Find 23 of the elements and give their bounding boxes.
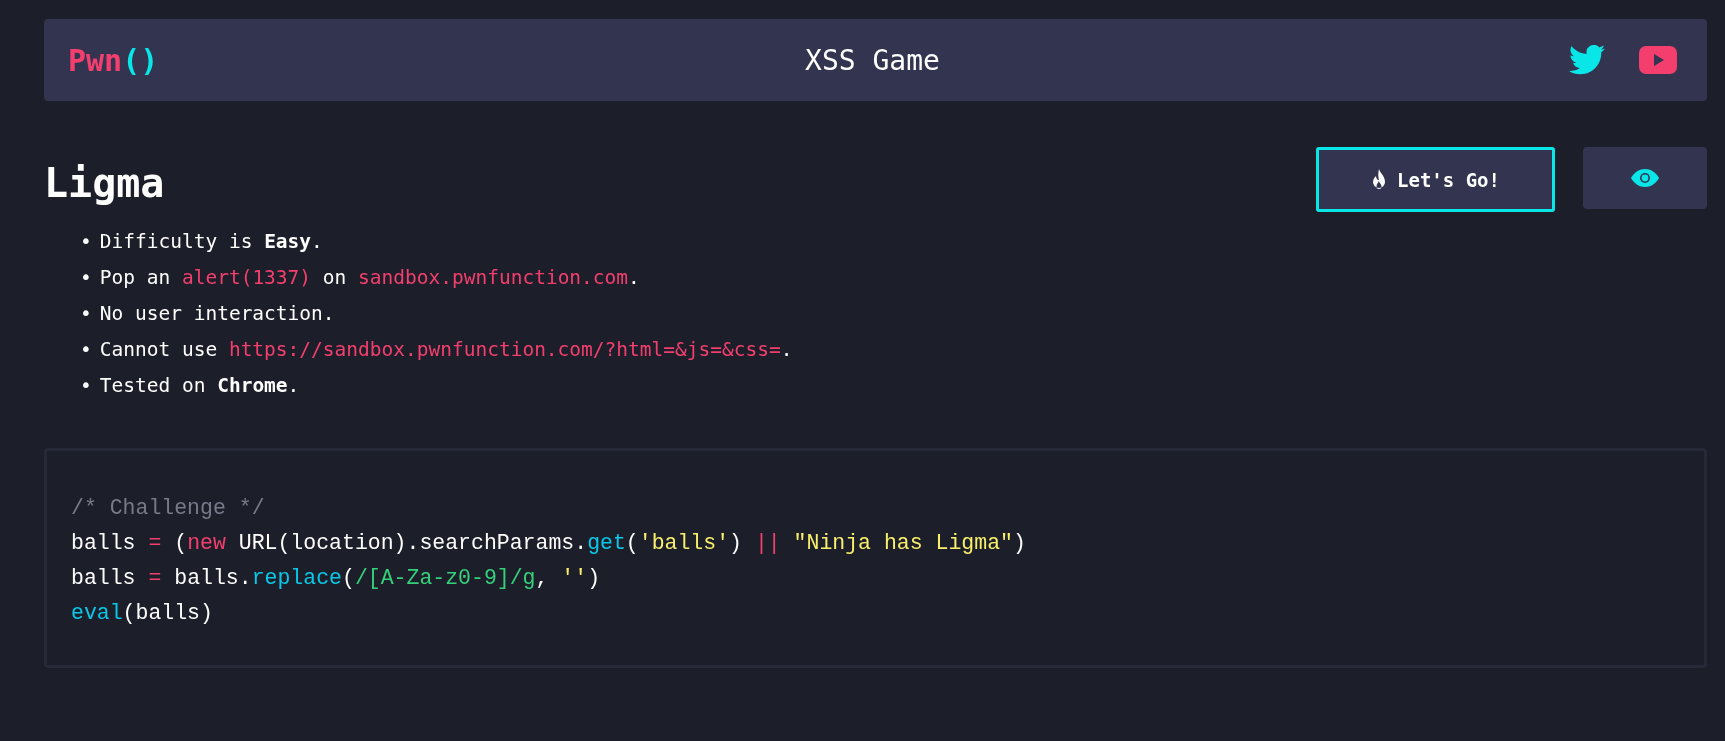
code-line: balls = balls.replace(/[A-Za-z0-9]/g, '') xyxy=(71,565,602,592)
code-line: balls = (new URL(location).searchParams.get('balls') || "Ninja has Ligma") xyxy=(71,530,1027,557)
view-button[interactable] xyxy=(1583,147,1707,209)
bullet-marker: • xyxy=(80,337,92,363)
twitter-bird-icon[interactable] xyxy=(1569,45,1605,75)
challenge-title: Ligma xyxy=(44,159,165,207)
bullet-marker: • xyxy=(80,301,92,327)
eye-icon xyxy=(1631,169,1659,187)
bullet-marker: • xyxy=(80,373,92,399)
rule-text: Difficulty is Easy. xyxy=(99,229,323,255)
lets-go-button[interactable]: Let's Go! xyxy=(1316,147,1555,212)
bullet-marker: • xyxy=(80,229,92,255)
flame-icon xyxy=(1371,168,1387,191)
rule-text: Tested on Chrome. xyxy=(99,373,300,399)
logo[interactable]: Pwn() xyxy=(68,42,268,78)
rule-text: Cannot use https://sandbox.pwnfunction.com/?html=&js=&css=. xyxy=(99,337,793,363)
bullet-marker: • xyxy=(80,265,92,291)
code-line: eval(balls) xyxy=(71,600,214,627)
rule-text: No user interaction. xyxy=(99,301,335,327)
code-line: /* Challenge */ xyxy=(71,495,266,522)
video-play-icon[interactable] xyxy=(1639,46,1677,74)
rule-text: Pop an alert(1337) on sandbox.pwnfunction.com. xyxy=(99,265,640,291)
site-title: XSS Game xyxy=(805,43,940,77)
